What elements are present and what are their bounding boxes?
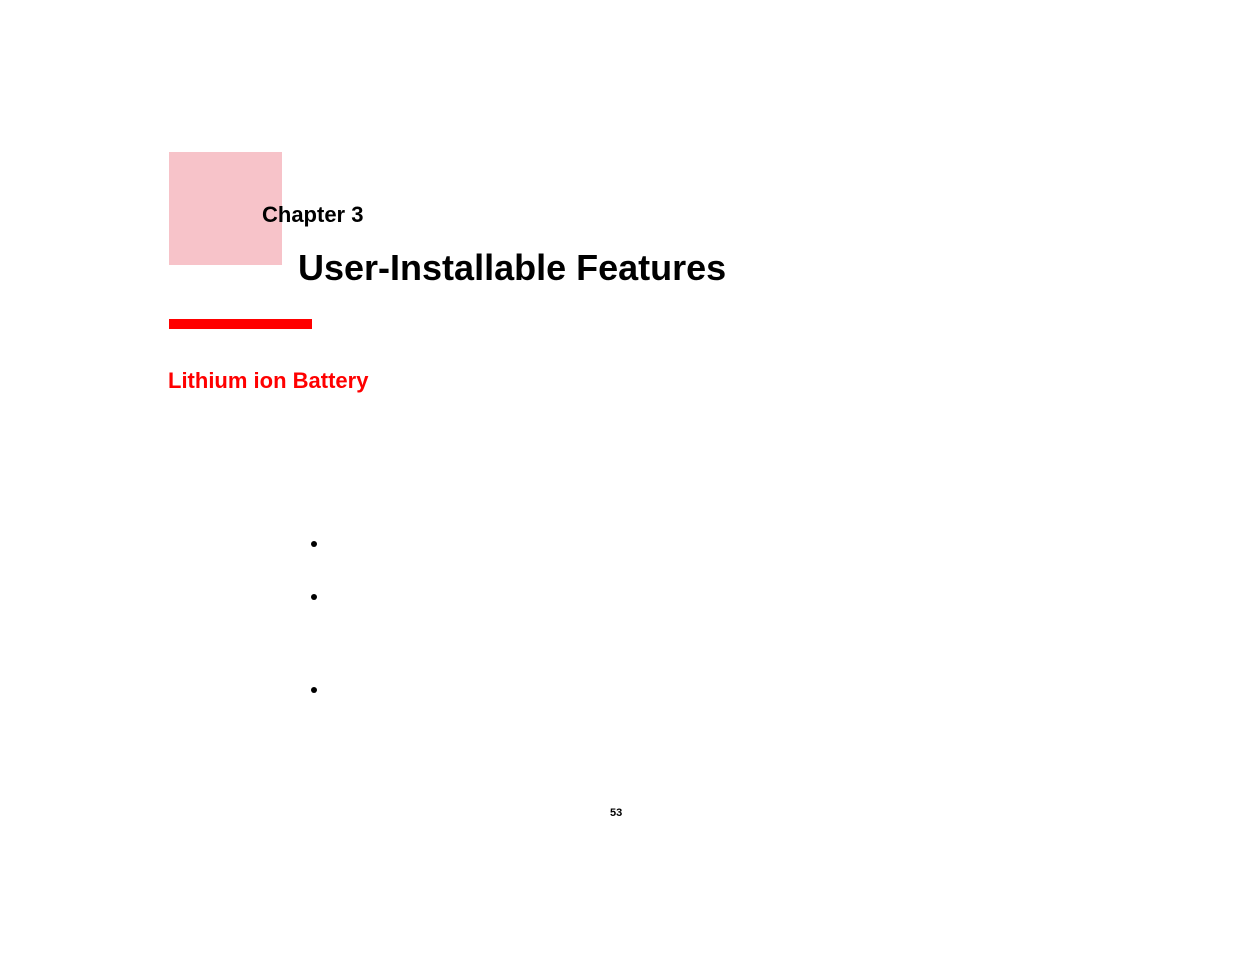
chapter-title: User-Installable Features bbox=[298, 247, 726, 289]
list-bullet bbox=[311, 687, 317, 693]
page-number: 53 bbox=[610, 807, 622, 819]
list-bullet bbox=[311, 541, 317, 547]
chapter-label: Chapter 3 bbox=[262, 202, 363, 228]
divider-bar bbox=[169, 319, 312, 329]
list-bullet bbox=[311, 594, 317, 600]
section-heading: Lithium ion Battery bbox=[168, 368, 368, 394]
